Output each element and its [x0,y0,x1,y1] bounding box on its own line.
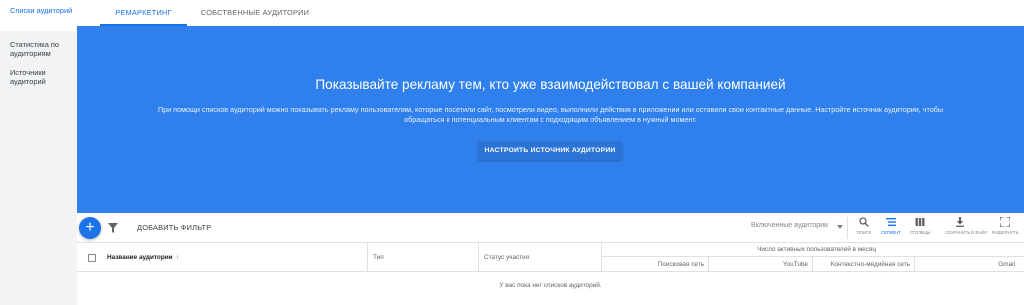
toolbar-divider [847,217,848,239]
tab-bar: РЕМАРКЕТИНГ СОБСТВЕННЫЕ АУДИТОРИИ [77,0,1024,26]
select-value: Включенные аудитории [751,222,828,229]
expand-label: РАЗВЕРНУТЬ [991,230,1019,235]
column-group-monthly-active-users: Число активных пользователей в месяц [757,246,876,253]
add-filter-button[interactable]: ДОБАВИТЬ ФИЛЬТР [137,223,211,232]
banner-description: При помощи списков аудиторий можно показ… [158,105,943,124]
sidebar-item-audience-stats[interactable]: Статистика по аудиториям [0,40,77,58]
sort-arrow-up-icon: ↑ [175,254,179,261]
column-name-label: Название аудитории [107,254,173,261]
filter-icon[interactable] [108,223,118,233]
column-divider [367,243,368,272]
expand-icon [1000,217,1010,227]
table-toolbar: + ДОБАВИТЬ ФИЛЬТР Включенные аудитории П… [77,213,1024,243]
column-header-type[interactable]: Тип [373,254,384,261]
download-icon [956,217,964,227]
sidebar: Списки аудиторий Статистика по аудитория… [0,0,77,305]
sidebar-item-audience-sources[interactable]: Источники аудиторий [0,68,77,86]
download-label: СОХРАНИТЬ В ФАЙЛ [945,230,987,235]
search-label: ПОИСК [856,230,872,235]
table-header: Название аудитории ↑ Тип Статус участия Ч… [77,243,1024,272]
expand-button[interactable]: РАЗВЕРНУТЬ [990,217,1020,241]
plus-icon: + [85,219,95,236]
dropdown-arrow-icon [837,225,843,229]
audience-status-select[interactable]: Включенные аудитории [751,222,843,234]
column-header-name[interactable]: Название аудитории ↑ [107,254,179,261]
columns-button[interactable]: СТОЛБЦЫ [905,217,935,241]
empty-state-message: У вас пока нет списков аудиторий. [499,282,602,289]
empty-state-row: У вас пока нет списков аудиторий. [77,272,1024,299]
segment-button[interactable]: СЕГМЕНТ [876,217,906,241]
select-all-checkbox[interactable] [88,254,96,262]
column-divider [478,243,479,272]
sidebar-item-audience-lists[interactable]: Списки аудиторий [0,0,77,31]
banner-title: Показывайте рекламу тем, кто уже взаимод… [315,77,786,92]
column-header-youtube[interactable]: YouTube [708,261,808,268]
column-header-gmail[interactable]: Gmail [914,261,1015,268]
search-icon [859,217,869,227]
segment-label: СЕГМЕНТ [881,230,901,235]
add-audience-button[interactable]: + [79,217,101,239]
column-header-status[interactable]: Статус участия [484,254,529,261]
setup-audience-source-button[interactable]: НАСТРОИТЬ ИСТОЧНИК АУДИТОРИИ [478,141,622,160]
download-button[interactable]: СОХРАНИТЬ В ФАЙЛ [945,217,987,241]
promo-banner: Показывайте рекламу тем, кто уже взаимод… [77,26,1024,213]
tab-own-audiences[interactable]: СОБСТВЕННЫЕ АУДИТОРИИ [194,0,316,26]
tab-remarketing[interactable]: РЕМАРКЕТИНГ [100,0,187,26]
segment-icon [886,218,896,226]
search-button[interactable]: ПОИСК [849,217,879,241]
columns-label: СТОЛБЦЫ [909,230,931,235]
column-header-display-network[interactable]: Контекстно-медийная сеть [812,261,910,268]
column-header-search-network[interactable]: Поисковая сеть [601,261,704,268]
columns-icon [915,218,925,226]
main-panel: РЕМАРКЕТИНГ СОБСТВЕННЫЕ АУДИТОРИИ Показы… [77,0,1024,305]
